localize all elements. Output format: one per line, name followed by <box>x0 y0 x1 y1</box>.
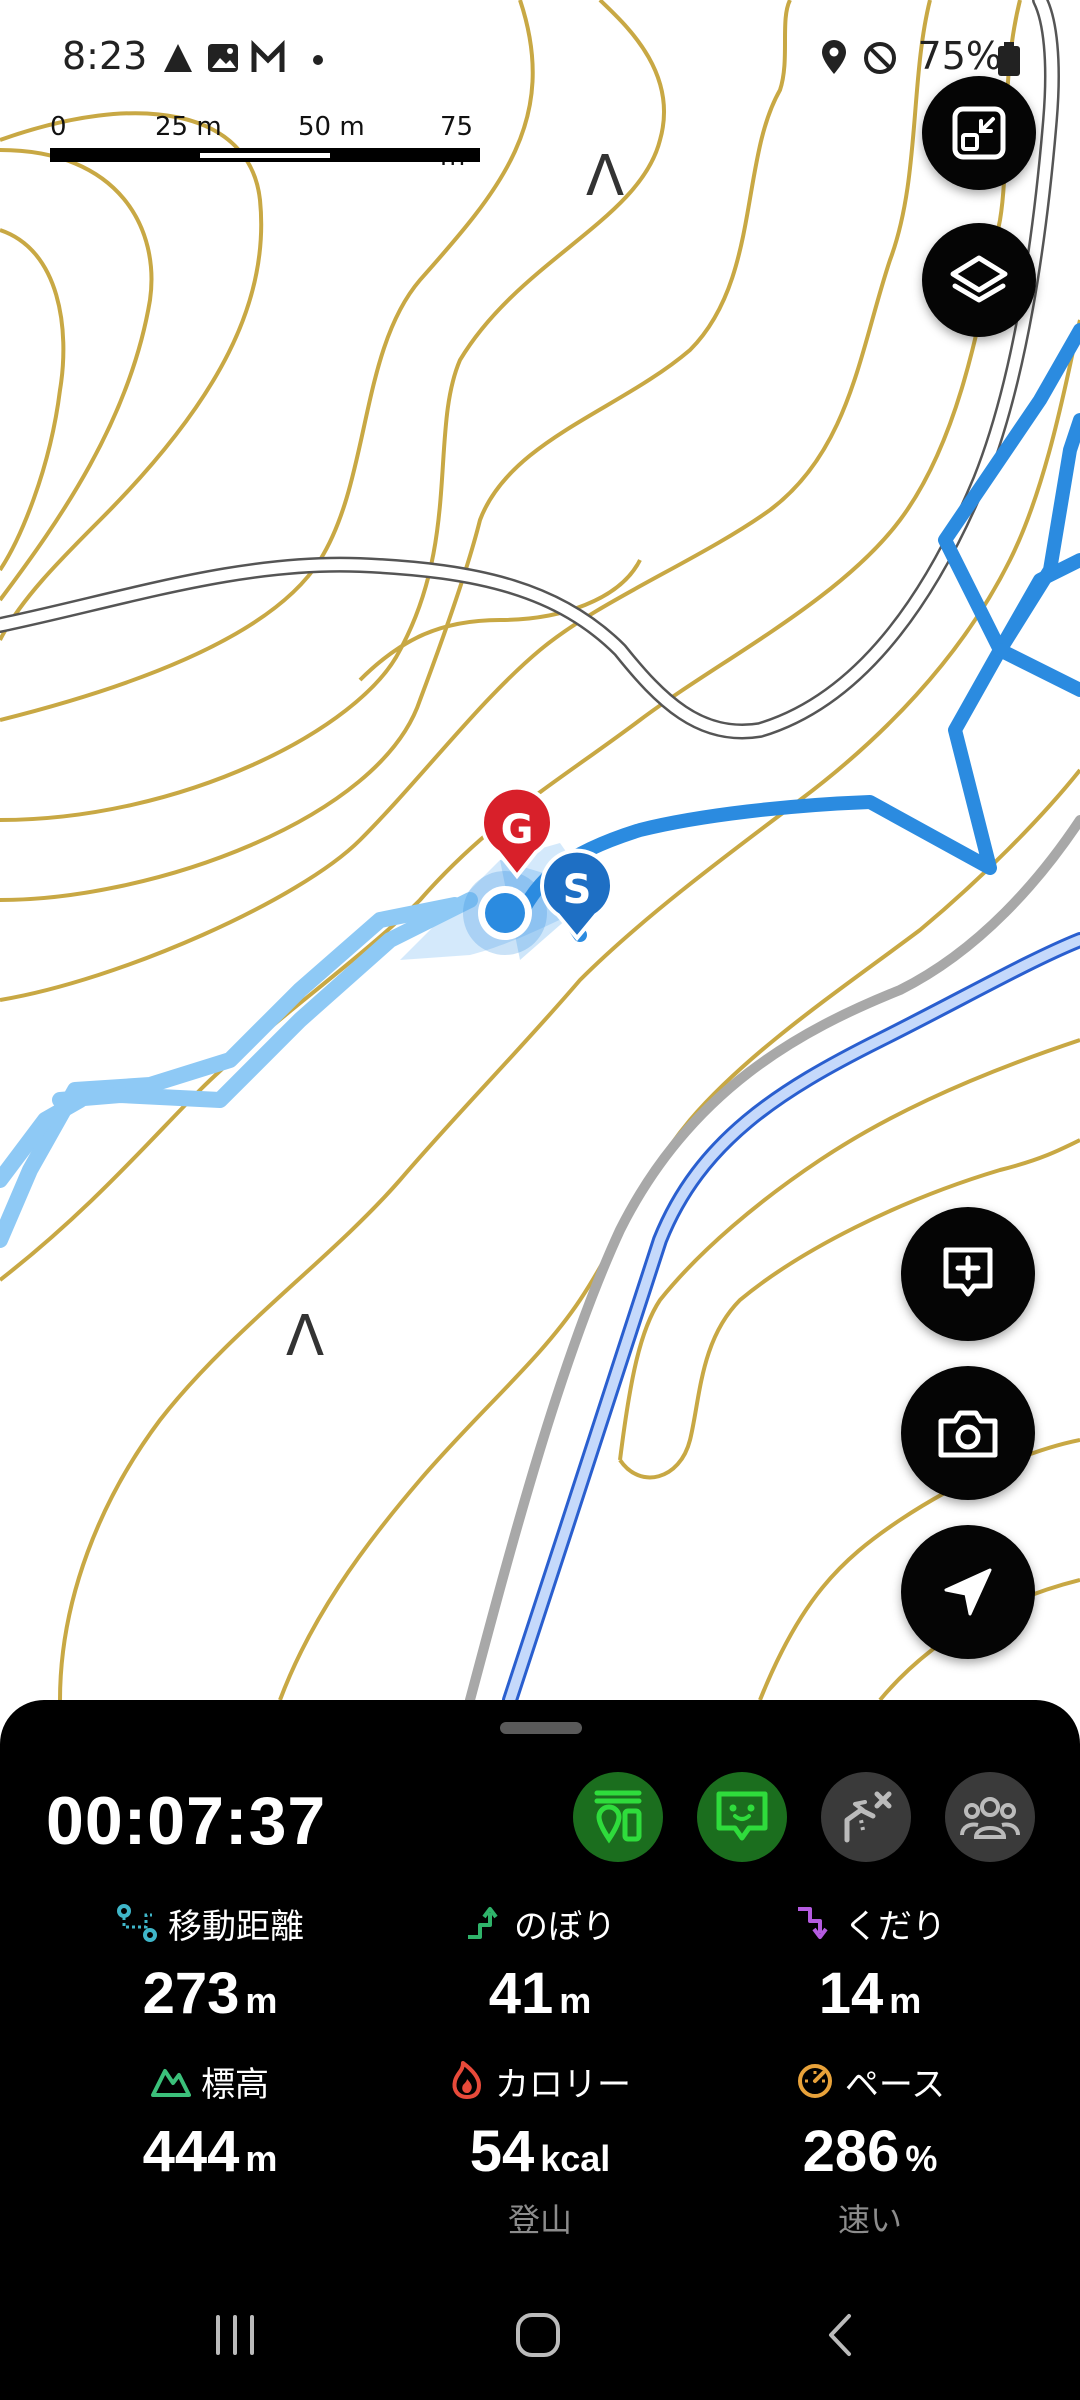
stat-unit: m <box>889 1980 922 2021</box>
stat-unit: kcal <box>540 2138 611 2179</box>
stat-value: 54 <box>469 2119 535 2184</box>
drag-handle[interactable] <box>500 1722 582 1734</box>
stat-label: くだり <box>844 1906 946 1947</box>
stat-unit: m <box>245 2138 278 2179</box>
home-button[interactable] <box>493 2300 583 2370</box>
recent-apps-icon <box>216 2315 254 2355</box>
stat-sublabel: 速い <box>837 2201 902 2239</box>
elapsed-time: 00:07:37 <box>46 1783 327 1859</box>
stat-descent: くだり 14 m <box>700 1900 1040 2027</box>
stat-value: 444 <box>142 2119 240 2184</box>
camera-icon <box>938 1410 998 1458</box>
stat-label: ペース <box>844 2064 946 2105</box>
stat-ascent: のぼり 41 m <box>370 1900 710 2027</box>
trail-status-button[interactable] <box>573 1772 663 1862</box>
back-button[interactable] <box>796 2300 886 2370</box>
stat-sublabel: 登山 <box>507 2201 572 2239</box>
stat-distance: 移動距離 273 m <box>40 1900 380 2027</box>
navigation-button[interactable] <box>901 1525 1035 1659</box>
descent-icon <box>798 1907 828 1939</box>
stat-value: 41 <box>488 1961 554 2026</box>
pace-icon <box>797 2064 832 2098</box>
stat-unit: % <box>905 2138 938 2179</box>
scale-label: 0 <box>50 112 67 142</box>
stat-label: 移動距離 <box>168 1906 304 1947</box>
elevation-icon <box>151 2069 191 2097</box>
collapse-map-button[interactable] <box>922 76 1036 190</box>
system-nav-bar <box>0 2280 1080 2380</box>
guide-mascot-icon <box>716 1791 768 1841</box>
back-icon <box>829 2314 851 2356</box>
status-bar: 8:23 75% <box>0 0 1080 120</box>
stat-value: 286 <box>802 2119 900 2184</box>
navigation-arrow-icon <box>944 1568 992 1616</box>
start-marker-label: S <box>563 867 592 913</box>
stat-label: 標高 <box>201 2064 269 2105</box>
gmail-icon <box>251 40 285 72</box>
scale-bar-segment <box>200 153 330 158</box>
stat-pace: ペース 286% 速い <box>700 2058 1040 2241</box>
location-icon <box>822 40 846 74</box>
layers-icon <box>950 255 1008 303</box>
notification-icons <box>164 40 323 72</box>
battery-percent: 75% <box>917 34 1002 78</box>
scale-label: 75 m <box>440 112 474 172</box>
distance-icon <box>117 1904 157 1942</box>
more-dot-icon <box>313 55 323 65</box>
activity-panel: 00:07:37 移動距離 273 m のぼり 41 m くだり 14 m 標高… <box>0 1700 1080 2400</box>
goal-marker-label: G <box>501 807 534 853</box>
ascent-icon <box>468 1907 498 1939</box>
status-icons <box>822 40 896 74</box>
map-scale-bar: 0 25 m 50 m 75 m <box>50 112 480 172</box>
stat-calories: カロリー 54 kcal 登山 <box>370 2058 710 2241</box>
route-planning-button[interactable] <box>821 1772 911 1862</box>
scale-label: 50 m <box>298 112 365 142</box>
layers-button[interactable] <box>922 223 1036 337</box>
warning-icon <box>164 44 192 72</box>
stat-unit: m <box>559 1980 592 2021</box>
summit-symbol: Λ <box>286 1304 324 1369</box>
stat-unit: m <box>245 1980 278 2021</box>
add-memo-button[interactable] <box>901 1207 1035 1341</box>
group-button[interactable] <box>945 1772 1035 1862</box>
home-icon <box>516 2313 560 2357</box>
camera-button[interactable] <box>901 1366 1035 1500</box>
status-time: 8:23 <box>62 34 148 78</box>
stat-label: カロリー <box>495 2064 631 2105</box>
calorie-icon <box>452 2061 481 2099</box>
group-icon <box>960 1797 1020 1839</box>
route-planning-icon <box>844 1791 892 1843</box>
stat-value: 14 <box>818 1961 884 2026</box>
scale-label: 25 m <box>155 112 222 142</box>
stat-label: のぼり <box>514 1906 616 1947</box>
trail-status-icon <box>594 1790 642 1844</box>
current-location-marker <box>463 871 547 955</box>
stat-elevation: 標高 444 m <box>40 2058 380 2185</box>
recent-apps-button[interactable] <box>190 2300 280 2370</box>
stat-value: 273 <box>142 1961 240 2026</box>
add-memo-icon <box>943 1247 993 1297</box>
collapse-icon <box>952 106 1006 160</box>
guide-mascot-button[interactable] <box>697 1772 787 1862</box>
battery-icon <box>998 42 1020 76</box>
summit-symbol: Λ <box>586 144 624 209</box>
